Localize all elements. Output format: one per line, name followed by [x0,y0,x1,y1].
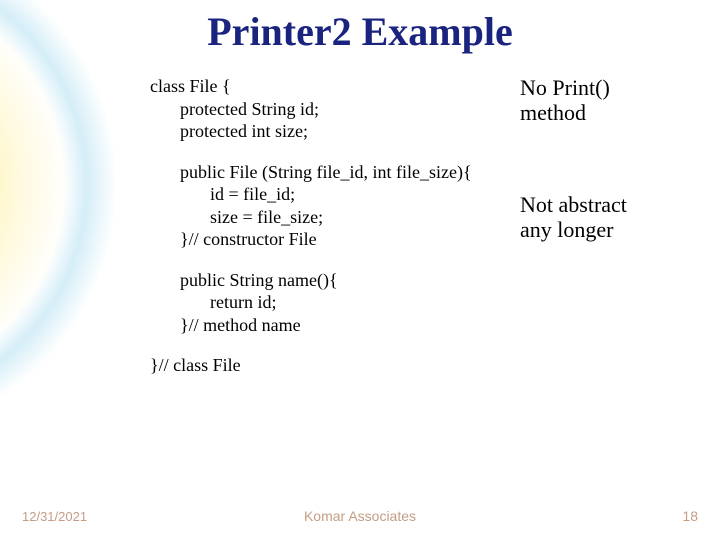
note-not-abstract: Not abstract any longer [520,192,700,243]
code-line: public String name(){ [150,269,500,292]
code-line: }// method name [150,314,500,337]
code-line: }// constructor File [150,228,500,251]
footer-page-number: 18 [682,508,698,524]
footer-org: Komar Associates [0,508,720,524]
code-line: size = file_size; [150,206,500,229]
code-line: protected String id; [150,98,500,121]
code-line: public File (String file_id, int file_si… [150,161,500,184]
note-line: No Print() [520,75,700,100]
note-no-print: No Print() method [520,75,700,126]
code-line: return id; [150,291,500,314]
code-line: id = file_id; [150,183,500,206]
notes-column: No Print() method Not abstract any longe… [520,75,700,242]
note-line: any longer [520,217,700,242]
code-block: class File { protected String id; protec… [150,75,500,377]
code-line: class File { [150,75,500,98]
code-line: protected int size; [150,120,500,143]
slide-title: Printer2 Example [0,8,720,55]
code-line: }// class File [150,354,500,377]
note-line: method [520,100,700,125]
note-line: Not abstract [520,192,700,217]
